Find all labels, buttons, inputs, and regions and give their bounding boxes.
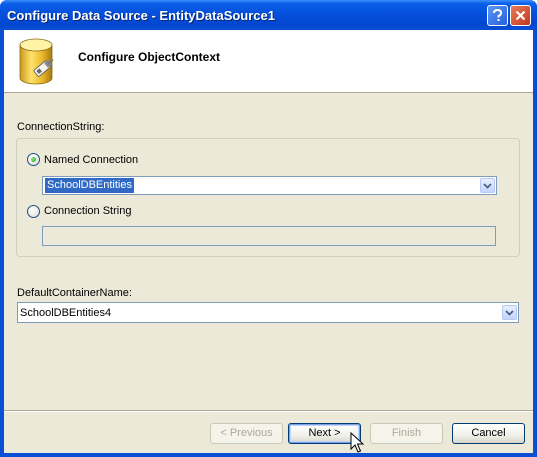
connection-string-input[interactable] xyxy=(42,226,496,246)
title-bar[interactable]: Configure Data Source - EntityDataSource… xyxy=(0,0,537,30)
named-connection-value: SchoolDBEntities xyxy=(45,178,134,193)
help-icon xyxy=(493,9,503,21)
chevron-down-icon xyxy=(483,182,492,189)
close-icon xyxy=(515,10,526,21)
previous-button[interactable]: < Previous xyxy=(210,423,283,444)
help-button[interactable] xyxy=(487,5,508,26)
connection-string-option-label[interactable]: Connection String xyxy=(44,205,131,217)
footer-separator xyxy=(4,410,533,412)
window-title: Configure Data Source - EntityDataSource… xyxy=(7,8,275,23)
dropdown-button[interactable] xyxy=(480,178,495,193)
database-icon xyxy=(19,38,54,85)
radio-selected-dot xyxy=(31,157,36,162)
dropdown-button[interactable] xyxy=(502,305,517,320)
wizard-header: Configure ObjectContext xyxy=(4,30,533,93)
page-title: Configure ObjectContext xyxy=(78,50,221,64)
named-connection-label[interactable]: Named Connection xyxy=(44,154,138,166)
mouse-pointer-icon xyxy=(350,432,364,453)
named-connection-combo[interactable]: SchoolDBEntities xyxy=(42,176,497,195)
connection-string-label: ConnectionString: xyxy=(17,121,105,133)
named-connection-radio[interactable] xyxy=(27,153,40,166)
finish-button[interactable]: Finish xyxy=(370,423,443,444)
default-container-value: SchoolDBEntities4 xyxy=(20,307,112,319)
default-container-label: DefaultContainerName: xyxy=(17,287,132,299)
default-container-combo[interactable]: SchoolDBEntities4 xyxy=(17,302,519,323)
dialog-client: Configure ObjectContext ConnectionString… xyxy=(4,30,533,453)
dialog-window: Configure Data Source - EntityDataSource… xyxy=(0,0,537,457)
close-button[interactable] xyxy=(510,5,531,26)
connection-string-radio[interactable] xyxy=(27,205,40,218)
cancel-button[interactable]: Cancel xyxy=(452,423,525,444)
chevron-down-icon xyxy=(505,309,514,316)
